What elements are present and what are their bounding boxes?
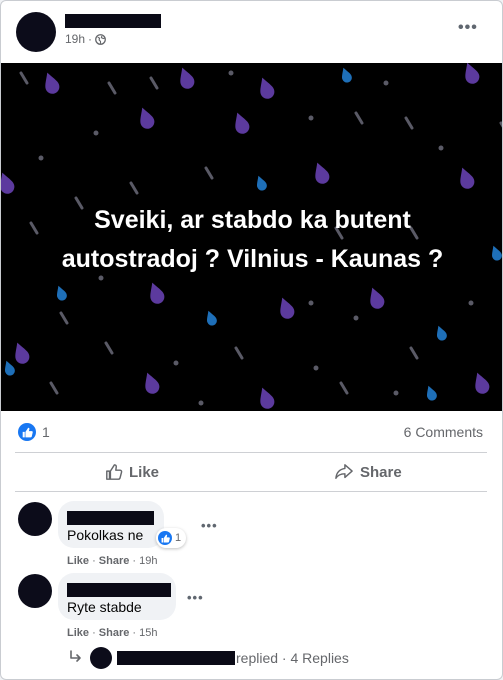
share-icon — [335, 464, 353, 480]
commenter-avatar[interactable] — [18, 502, 52, 536]
comment-reaction-pill[interactable]: 1 — [156, 528, 187, 548]
globe-icon — [95, 33, 106, 45]
comment-more-icon[interactable]: ••• — [201, 518, 218, 533]
post-image[interactable]: Sveiki, ar stabdo ka butent autostradoj … — [1, 63, 502, 411]
author-name-redacted[interactable] — [65, 14, 161, 28]
meta-separator: · — [88, 32, 93, 46]
post-image-text-line1: Sveiki, ar stabdo ka butent — [94, 206, 411, 234]
reply-arrow-icon — [70, 650, 81, 662]
comment-share-link[interactable]: Share — [99, 627, 130, 639]
like-button[interactable]: Like — [105, 463, 159, 481]
post-meta: 19h · — [65, 32, 106, 46]
like-count[interactable]: 1 — [42, 424, 50, 440]
like-button-label: Like — [129, 463, 160, 481]
comment-time[interactable]: 15h — [139, 627, 157, 639]
comment-text: Ryte stabde — [67, 599, 142, 615]
comment-time[interactable]: 19h — [139, 555, 157, 567]
like-reaction-icon[interactable] — [18, 423, 36, 441]
post-image-text-line2: autostradoj ? Vilnius - Kaunas ? — [61, 245, 444, 273]
commenter-avatar[interactable] — [18, 574, 52, 608]
comment-like-link[interactable]: Like — [67, 627, 89, 639]
replier-avatar — [90, 647, 112, 669]
comment-more-icon[interactable]: ••• — [187, 590, 204, 605]
comment-actions: Like · Share · 19h — [67, 555, 158, 567]
post-image-text: Sveiki, ar stabdo ka butent autostradoj … — [1, 201, 502, 279]
commenter-name-redacted[interactable] — [67, 583, 171, 597]
replier-name-redacted — [117, 651, 235, 665]
post-card: 19h · ••• Sveiki, ar stabdo ka butent au… — [0, 0, 503, 680]
view-replies-link[interactable]: replied · 4 Replies — [236, 650, 349, 666]
comment-text: Pokolkas ne — [67, 527, 144, 543]
more-horizontal-icon[interactable]: ••• — [458, 19, 478, 37]
comment-reaction-count: 1 — [175, 532, 182, 544]
share-button[interactable]: Share — [334, 463, 402, 481]
comment-like-link[interactable]: Like — [67, 555, 89, 567]
comments-count[interactable]: 6 Comments — [404, 424, 483, 440]
comment-actions: Like · Share · 15h — [67, 627, 158, 639]
divider — [15, 491, 487, 492]
author-avatar[interactable] — [16, 12, 56, 52]
share-button-label: Share — [360, 463, 402, 481]
thumbs-up-icon — [106, 464, 123, 480]
comment-share-link[interactable]: Share — [99, 555, 130, 567]
like-reaction-icon — [158, 531, 172, 545]
divider — [15, 452, 487, 453]
post-time[interactable]: 19h — [65, 32, 85, 46]
commenter-name-redacted[interactable] — [67, 511, 154, 525]
